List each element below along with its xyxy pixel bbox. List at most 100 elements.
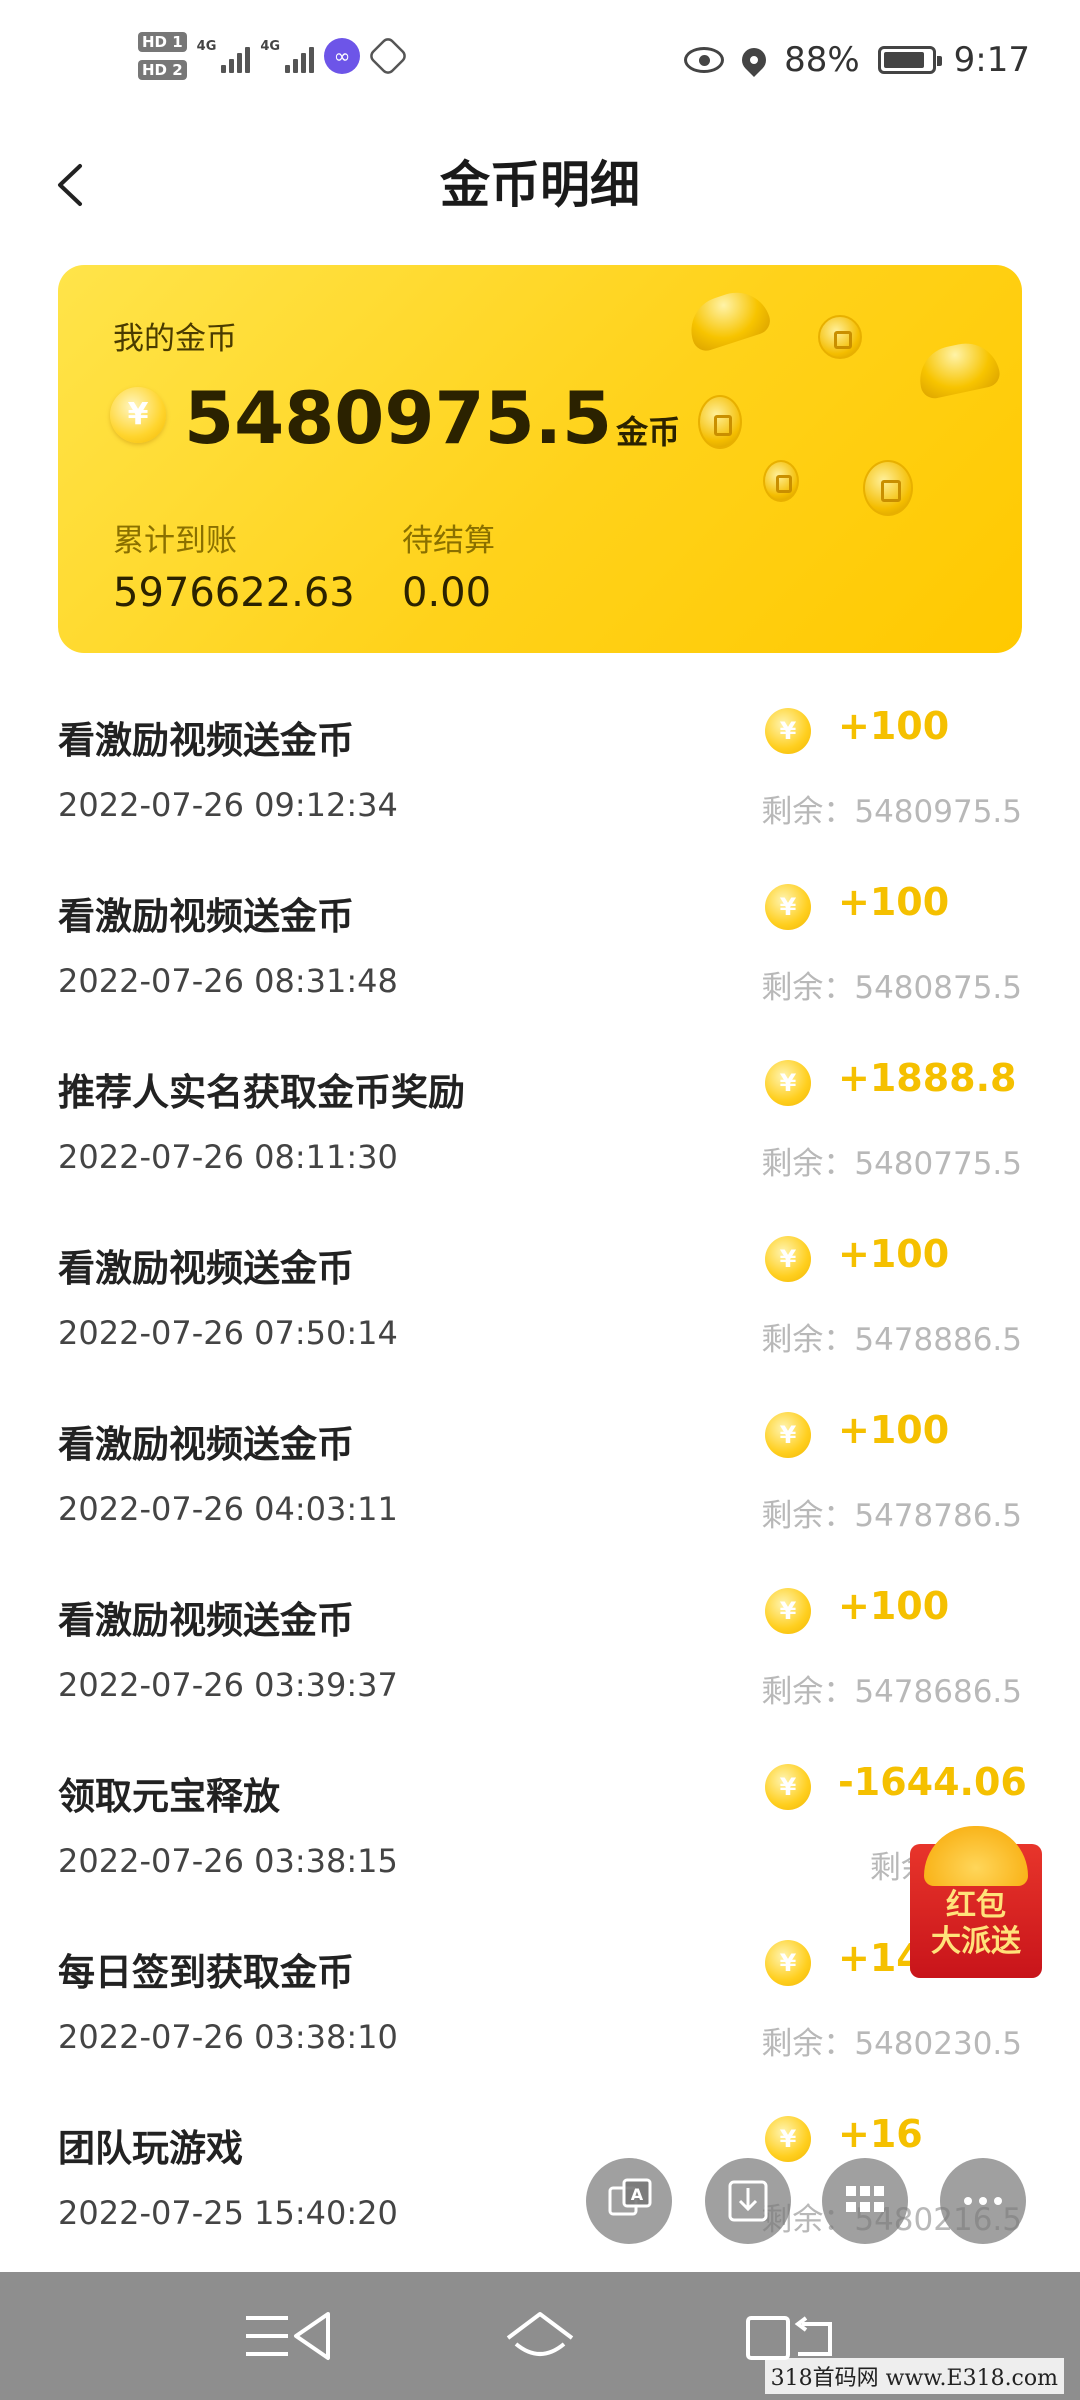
location-icon (737, 43, 772, 77)
yen-coin-icon: ¥ (765, 884, 811, 930)
transaction-row[interactable]: 看激励视频送金币 2022-07-26 04:03:11 ¥ +100 剩余：5… (0, 1394, 1080, 1570)
coin-balance-card: 我的金币 ¥ 5480975.5 金币 累计到账 5976622.63 待结算 0… (58, 265, 1022, 653)
transaction-row[interactable]: 团队玩游戏 2022-07-25 15:40:20 ¥ +16 剩余：54802… (0, 2098, 1080, 2274)
yen-coin-icon: ¥ (765, 1588, 811, 1634)
tx-amount: +100 (838, 1584, 950, 1628)
stat-label: 待结算 (402, 523, 495, 559)
yen-coin-icon: ¥ (110, 387, 166, 443)
tx-time: 2022-07-26 03:38:15 (58, 1842, 398, 1880)
tx-amount: +1888.8 (838, 1056, 1017, 1100)
yen-coin-icon: ¥ (765, 1412, 811, 1458)
yen-coin-icon: ¥ (765, 1236, 811, 1282)
link-app-icon: ∞ (324, 38, 361, 74)
yen-coin-icon: ¥ (765, 1940, 811, 1986)
tx-title: 推荐人实名获取金币奖励 (58, 1071, 465, 1114)
page-title: 金币明细 (440, 156, 640, 214)
tx-remaining: 剩余：5478786.5 (761, 1498, 1022, 1534)
yen-coin-icon: ¥ (765, 2116, 811, 2162)
transaction-row[interactable]: 看激励视频送金币 2022-07-26 07:50:14 ¥ +100 剩余：5… (0, 1218, 1080, 1394)
transaction-row[interactable]: 看激励视频送金币 2022-07-26 09:12:34 ¥ +100 剩余：5… (0, 690, 1080, 866)
eye-icon (684, 47, 725, 73)
tx-title: 看激励视频送金币 (58, 895, 354, 938)
yen-coin-icon: ¥ (765, 1764, 811, 1810)
stat-value: 5976622.63 (113, 570, 355, 616)
status-left-icons: HD 1 HD 2 4G 4G ∞ (138, 32, 409, 80)
more-dots-icon (964, 2197, 1002, 2205)
tx-title: 团队玩游戏 (58, 2127, 243, 2170)
tx-time: 2022-07-26 03:39:37 (58, 1666, 398, 1704)
tx-amount: -1644.06 (838, 1760, 1027, 1804)
yen-coin-icon: ¥ (765, 1060, 811, 1106)
tx-title: 看激励视频送金币 (58, 1599, 354, 1642)
battery-icon (877, 46, 942, 74)
transaction-row[interactable]: 看激励视频送金币 2022-07-26 03:39:37 ¥ +100 剩余：5… (0, 1570, 1080, 1746)
download-button[interactable] (705, 2158, 791, 2244)
clock: 9:17 (953, 40, 1030, 80)
transaction-row[interactable]: 看激励视频送金币 2022-07-26 08:31:48 ¥ +100 剩余：5… (0, 866, 1080, 1042)
apps-grid-button[interactable] (822, 2158, 908, 2244)
tx-amount: +100 (838, 880, 950, 924)
tx-title: 领取元宝释放 (58, 1775, 280, 1818)
tx-remaining: 剩余：5480775.5 (761, 1146, 1022, 1182)
tx-time: 2022-07-26 03:38:10 (58, 2018, 398, 2056)
red-envelope-line1: 红包 (946, 1888, 1006, 1923)
tx-time: 2022-07-26 04:03:11 (58, 1490, 398, 1528)
svg-text:A: A (631, 2185, 644, 2204)
battery-percent: 88% (784, 40, 860, 80)
tx-amount: +100 (838, 1408, 950, 1452)
red-envelope-label: 红包 大派送 (910, 1888, 1042, 1960)
hand-app-icon (367, 35, 409, 77)
stat-label: 累计到账 (113, 523, 237, 559)
transaction-list: 看激励视频送金币 2022-07-26 09:12:34 ¥ +100 剩余：5… (0, 690, 1080, 2274)
translate-icon: A (608, 2178, 652, 2216)
download-icon (728, 2180, 768, 2222)
network-type-2: 4G (260, 39, 281, 54)
coin-balance: 5480975.5 金币 (184, 373, 680, 477)
tx-title: 看激励视频送金币 (58, 1423, 354, 1466)
yen-coin-icon: ¥ (765, 708, 811, 754)
gold-coins-icon (924, 1826, 1028, 1886)
signal-2-icon: 4G (260, 39, 315, 73)
home-nav-icon[interactable] (490, 2302, 590, 2372)
transaction-row[interactable]: 推荐人实名获取金币奖励 2022-07-26 08:11:30 ¥ +1888.… (0, 1042, 1080, 1218)
tx-amount: +16 (838, 2112, 923, 2156)
tx-time: 2022-07-26 07:50:14 (58, 1314, 398, 1352)
tx-title: 看激励视频送金币 (58, 719, 354, 762)
tx-time: 2022-07-26 09:12:34 (58, 786, 398, 824)
tx-time: 2022-07-25 15:40:20 (58, 2194, 398, 2232)
tx-time: 2022-07-26 08:11:30 (58, 1138, 398, 1176)
tx-remaining: 剩余：5480875.5 (761, 970, 1022, 1006)
tx-remaining: 剩余：5480230.5 (761, 2026, 1022, 2062)
more-button[interactable] (940, 2158, 1026, 2244)
hd-indicators: HD 1 HD 2 (138, 32, 187, 80)
gold-ingot-icon (682, 283, 774, 355)
tx-remaining: 剩余：5478886.5 (761, 1322, 1022, 1358)
gold-ingot-icon (913, 337, 1003, 401)
stat-pending: 待结算 0.00 (402, 515, 495, 616)
tx-time: 2022-07-26 08:31:48 (58, 962, 398, 1000)
hd2-badge: HD 2 (138, 60, 187, 80)
tx-remaining: 剩余：5478686.5 (761, 1674, 1022, 1710)
status-bar: HD 1 HD 2 4G 4G ∞ 88% 9:17 (0, 0, 1080, 130)
grid-icon (846, 2186, 884, 2212)
signal-1-icon: 4G (197, 39, 251, 73)
red-envelope-button[interactable]: 红包 大派送 (910, 1826, 1042, 1978)
stat-value: 0.00 (402, 570, 492, 616)
red-envelope-line2: 大派送 (931, 1924, 1021, 1959)
translate-button[interactable]: A (586, 2158, 672, 2244)
stat-total-received: 累计到账 5976622.63 (113, 515, 355, 616)
gold-coin-icon (763, 460, 799, 502)
menu-back-nav-icon[interactable] (238, 2302, 338, 2372)
tx-amount: +100 (838, 1232, 950, 1276)
tx-amount: +100 (838, 704, 950, 748)
site-watermark: 318首码网 www.E318.com (764, 2358, 1064, 2394)
gold-coin-icon (818, 315, 862, 359)
network-type-1: 4G (196, 39, 217, 54)
gold-coin-icon (698, 395, 742, 449)
hd1-badge: HD 1 (138, 32, 187, 52)
tx-remaining: 剩余：5480975.5 (761, 794, 1022, 830)
balance-unit: 金币 (616, 413, 681, 451)
balance-value: 5480975.5 (184, 376, 613, 460)
tx-title: 每日签到获取金币 (58, 1951, 354, 1994)
tx-title: 看激励视频送金币 (58, 1247, 354, 1290)
